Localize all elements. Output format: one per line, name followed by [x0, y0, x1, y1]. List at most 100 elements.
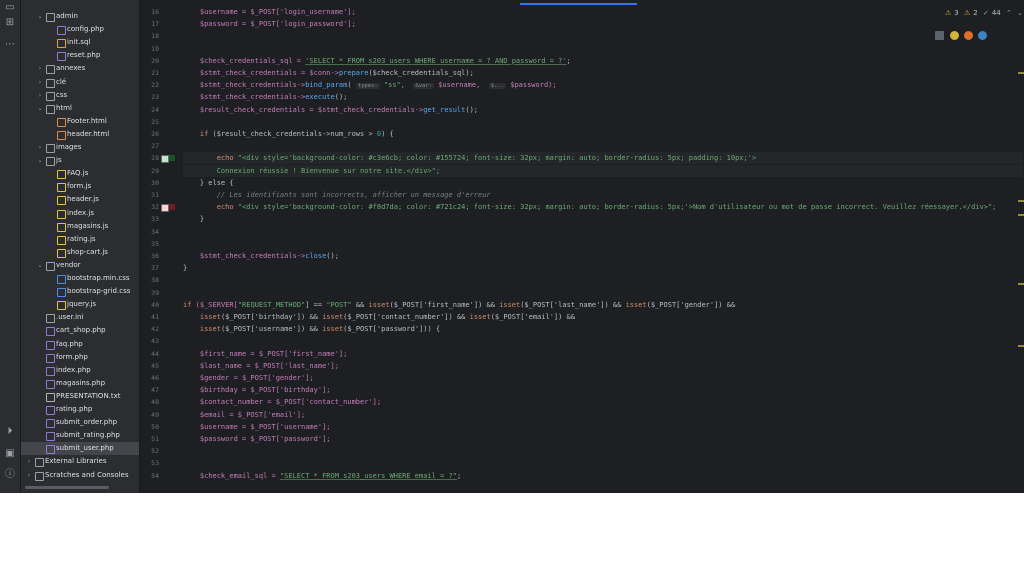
tree-file[interactable]: bootstrap.min.css: [21, 272, 139, 285]
tree-file[interactable]: shop-cart.js: [21, 246, 139, 259]
code-line[interactable]: echo "<div style='background-color: #f8d…: [183, 201, 1023, 213]
tree-folder[interactable]: ⌄ html: [21, 102, 139, 115]
code-line[interactable]: $last_name = $_POST['last_name'];: [183, 360, 1023, 372]
tree-file[interactable]: magasins.php: [21, 377, 139, 390]
code-line[interactable]: $birthday = $_POST['birthday'];: [183, 384, 1023, 396]
code-line[interactable]: $check_email_sql = "SELECT * FROM s203_u…: [183, 470, 1023, 482]
tree-folder[interactable]: ⌄ vendor: [21, 259, 139, 272]
services-icon[interactable]: ⏵: [4, 426, 16, 438]
code-line[interactable]: $first_name = $_POST['first_name'];: [183, 348, 1023, 360]
chevron-right-icon[interactable]: ›: [36, 76, 44, 89]
code-line[interactable]: $stmt_check_credentials->close();: [183, 250, 1023, 262]
tree-file[interactable]: FAQ.js: [21, 167, 139, 180]
warning-marker[interactable]: [1018, 200, 1024, 202]
chevron-up-icon[interactable]: ⌃: [1006, 9, 1012, 17]
inspection-status[interactable]: ⚠ 3 ⚠ 2 ✓ 44 ⌃ ⌄: [945, 9, 1024, 21]
code-line[interactable]: if ($_SERVER["REQUEST_METHOD"] == "POST"…: [183, 299, 1023, 311]
tree-folder[interactable]: › css: [21, 89, 139, 102]
code-line[interactable]: $email = $_POST['email'];: [183, 409, 1023, 421]
chevron-down-icon[interactable]: ⌄: [36, 154, 44, 167]
chevron-right-icon[interactable]: ›: [36, 89, 44, 102]
color-preview-swatch[interactable]: [161, 204, 169, 213]
code-line[interactable]: $gender = $_POST['gender'];: [183, 372, 1023, 384]
code-line[interactable]: [183, 445, 1023, 457]
editor-scrollbar[interactable]: [1016, 0, 1024, 493]
color-preview-swatch[interactable]: [169, 204, 175, 211]
code-line[interactable]: Connexion réussie ! Bienvenue sur notre …: [183, 164, 1023, 177]
chevron-right-icon[interactable]: ›: [36, 62, 44, 75]
code-line[interactable]: isset($_POST['username']) && isset($_POS…: [183, 323, 1023, 335]
code-line[interactable]: $check_credentials_sql = 'SELECT * FROM …: [183, 55, 1023, 67]
code-line[interactable]: } else {: [183, 177, 1023, 189]
code-line[interactable]: $password = $_POST['login_password'];: [183, 18, 1023, 30]
tree-file[interactable]: form.js: [21, 180, 139, 193]
tree-folder[interactable]: ⌄ js: [21, 154, 139, 167]
code-line[interactable]: $stmt_check_credentials->bind_param( typ…: [183, 79, 1023, 91]
code-line[interactable]: $username = $_POST['login_username'];: [183, 6, 1023, 18]
more-icon[interactable]: ⋯: [4, 39, 16, 51]
code-line[interactable]: [183, 335, 1023, 347]
tree-file[interactable]: form.php: [21, 351, 139, 364]
tree-file[interactable]: › External Libraries: [21, 455, 139, 468]
code-line[interactable]: }: [183, 262, 1023, 274]
structure-icon[interactable]: ⊞: [4, 17, 16, 29]
chevron-down-icon[interactable]: ⌄: [36, 10, 44, 23]
code-line[interactable]: [183, 140, 1023, 152]
code-line[interactable]: $stmt_check_credentials = $conn->prepare…: [183, 67, 1023, 79]
folder-icon[interactable]: ▭: [4, 2, 16, 14]
code-line[interactable]: $username = $_POST['username'];: [183, 421, 1023, 433]
code-line[interactable]: [183, 457, 1023, 469]
chevron-down-icon[interactable]: ⌄: [36, 102, 44, 115]
chevron-right-icon[interactable]: ›: [25, 455, 33, 468]
code-line[interactable]: }: [183, 213, 1023, 225]
code-line[interactable]: [183, 30, 1023, 42]
tree-file[interactable]: init.sql: [21, 36, 139, 49]
code-line[interactable]: if ($result_check_credentials->num_rows …: [183, 128, 1023, 140]
tree-file[interactable]: bootstrap-grid.css: [21, 285, 139, 298]
tree-folder[interactable]: › annexes: [21, 62, 139, 75]
chevron-right-icon[interactable]: ›: [36, 141, 44, 154]
tree-file[interactable]: submit_user.php: [21, 442, 139, 456]
terminal-icon[interactable]: ▣: [4, 448, 16, 460]
tree-file[interactable]: PRESENTATION.txt: [21, 390, 139, 403]
phpstorm-preview-icon[interactable]: [935, 31, 944, 40]
tree-file[interactable]: › Scratches and Consoles: [21, 469, 139, 482]
firefox-icon[interactable]: [964, 31, 973, 40]
code-line[interactable]: [183, 287, 1023, 299]
warning-marker[interactable]: [1018, 283, 1024, 285]
color-preview-swatch[interactable]: [161, 155, 169, 164]
tree-file[interactable]: header.js: [21, 193, 139, 206]
tree-file[interactable]: index.js: [21, 207, 139, 220]
tree-file[interactable]: magasins.js: [21, 220, 139, 233]
tree-file[interactable]: cart_shop.php: [21, 324, 139, 337]
tree-file[interactable]: config.php: [21, 23, 139, 36]
warning-marker[interactable]: [1018, 214, 1024, 216]
tree-file[interactable]: Footer.html: [21, 115, 139, 128]
tree-folder[interactable]: › images: [21, 141, 139, 154]
tree-file[interactable]: reset.php: [21, 49, 139, 62]
edge-icon[interactable]: [978, 31, 987, 40]
code-line[interactable]: $password = $_POST['password'];: [183, 433, 1023, 445]
chevron-down-icon[interactable]: ⌄: [36, 259, 44, 272]
warning-marker[interactable]: [1018, 72, 1024, 74]
problems-icon[interactable]: ⓘ: [4, 469, 16, 481]
tree-file[interactable]: faq.php: [21, 338, 139, 351]
chrome-icon[interactable]: [950, 31, 959, 40]
tree-file[interactable]: rating.js: [21, 233, 139, 246]
chevron-right-icon[interactable]: ›: [25, 469, 33, 482]
code-line[interactable]: [183, 226, 1023, 238]
warning-marker[interactable]: [1018, 345, 1024, 347]
tree-file[interactable]: submit_rating.php: [21, 429, 139, 442]
code-line[interactable]: [183, 238, 1023, 250]
tree-file[interactable]: rating.php: [21, 403, 139, 416]
color-preview-swatch[interactable]: [169, 155, 175, 162]
code-line[interactable]: $stmt_check_credentials->execute();: [183, 91, 1023, 103]
tree-file[interactable]: jquery.js: [21, 298, 139, 311]
code-line[interactable]: $result_check_credentials = $stmt_check_…: [183, 104, 1023, 116]
code-line[interactable]: [183, 274, 1023, 286]
code-editor[interactable]: $username = $_POST['login_username']; $p…: [183, 0, 1023, 493]
tree-file[interactable]: index.php: [21, 364, 139, 377]
code-line[interactable]: // Les identifiants sont incorrects, aff…: [183, 189, 1023, 201]
code-line[interactable]: $contact_number = $_POST['contact_number…: [183, 396, 1023, 408]
tree-folder[interactable]: ⌄ admin: [21, 10, 139, 23]
